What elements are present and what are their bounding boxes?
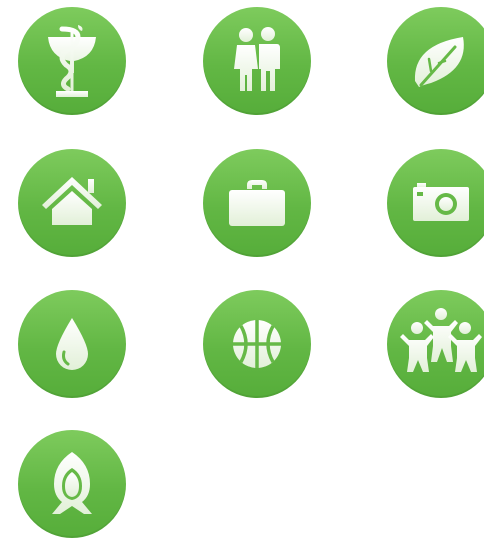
headscarf-button[interactable] bbox=[18, 430, 126, 538]
headscarf-face-icon bbox=[52, 452, 92, 514]
water-drop-icon bbox=[56, 318, 88, 370]
children-group-icon bbox=[400, 308, 482, 372]
briefcase-icon bbox=[229, 180, 285, 226]
basketball-icon bbox=[233, 320, 281, 368]
camera-icon bbox=[413, 183, 469, 221]
photo-button[interactable] bbox=[387, 149, 484, 257]
water-button[interactable] bbox=[18, 290, 126, 398]
medicine-bowl-of-hygieia-icon bbox=[48, 25, 96, 97]
family-man-woman-icon bbox=[234, 27, 280, 91]
house-icon bbox=[42, 177, 102, 225]
medicine-button[interactable] bbox=[18, 7, 126, 115]
children-button[interactable] bbox=[387, 290, 484, 398]
work-button[interactable] bbox=[203, 149, 311, 257]
family-button[interactable] bbox=[203, 7, 311, 115]
home-button[interactable] bbox=[18, 149, 126, 257]
leaf-icon bbox=[414, 37, 464, 87]
icon-grid bbox=[0, 0, 484, 538]
nature-button[interactable] bbox=[387, 7, 484, 115]
sports-button[interactable] bbox=[203, 290, 311, 398]
